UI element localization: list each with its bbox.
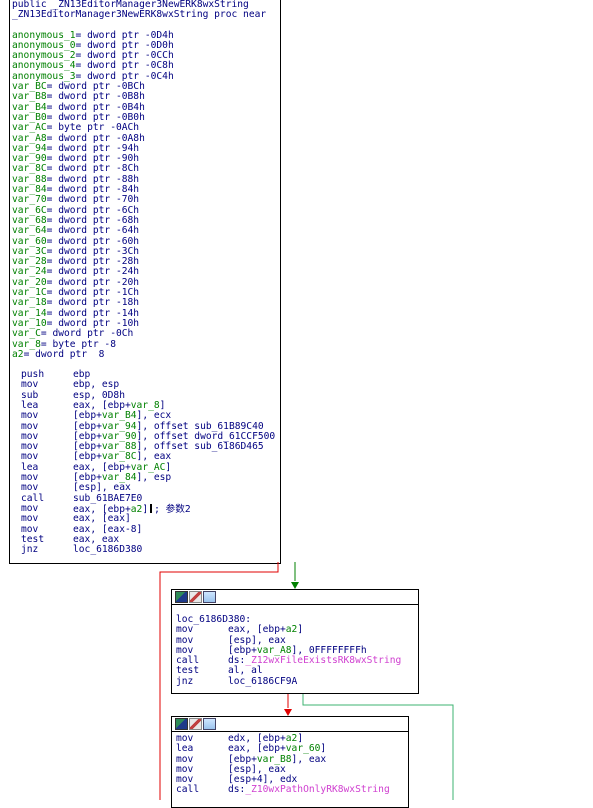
operands: ds:_Z10wxPathOnlyRK8wxString	[228, 785, 390, 795]
instruction-row[interactable]: mov eax, [ebp+a2]; 参数2	[10, 503, 280, 514]
operands: loc_6186CF9A	[228, 675, 298, 687]
mnemonic: call	[176, 784, 200, 796]
code-block-loc-6186d380[interactable]: loc_6186D380: mov eax, [ebp+a2] mov [esp], …	[171, 589, 419, 694]
variable-name[interactable]: a2	[12, 349, 24, 360]
function-header-line: _ZN13EditorManager3NewERK8wxString proc …	[12, 9, 267, 21]
import-name[interactable]: _Z12wxFileExistsRK8wxString	[245, 655, 401, 666]
import-name[interactable]: _Z10wxPathOnlyRK8wxString	[245, 784, 389, 795]
instruction-list: mov edx, [ebp+a2] lea eax, [ebp+var_60] mov[…	[172, 732, 408, 796]
instruction-list: push ebp mov ebp, esp sub esp, 0D8h lea eax, [e…	[10, 369, 280, 556]
text-cursor	[150, 503, 153, 513]
block-toolbar	[172, 590, 418, 605]
instruction-row[interactable]: mov eax, [eax]	[10, 513, 280, 525]
instruction-row[interactable]: mov eax, [ebp+a2]	[172, 624, 418, 635]
instruction-row[interactable]: call sub_61BAE7E0	[10, 492, 280, 504]
image-group-icon[interactable]	[203, 591, 216, 603]
mnemonic: jnz	[176, 675, 194, 687]
instruction-row[interactable]: jnz loc_6186CF9A	[172, 675, 418, 687]
instruction-row[interactable]: mov [ebp+var_84], esp	[10, 472, 280, 483]
partial-cut-line	[172, 796, 408, 801]
operands: loc_6186D380	[73, 544, 143, 556]
edge-arrow-red	[284, 709, 292, 716]
graph-color-icon[interactable]	[175, 718, 188, 730]
block-toolbar	[172, 717, 408, 732]
mnemonic: jnz	[21, 544, 39, 556]
instruction-row[interactable]: test eax, eax	[10, 534, 280, 545]
instruction-row[interactable]: mov [esp], eax	[10, 483, 280, 494]
instruction-row[interactable]: mov [ebp+var_B8], eax	[172, 754, 408, 765]
instruction-row[interactable]: jnz loc_6186D380	[10, 544, 280, 556]
mnemonic: mov	[21, 513, 39, 525]
instruction-row[interactable]: mov eax, [eax-8]	[10, 524, 280, 535]
import-prefix: ds:	[228, 784, 246, 796]
operands: sub_61BAE7E0	[73, 492, 143, 504]
variable-row: a2= dword ptr 8	[12, 348, 280, 360]
edge-arrow-green	[291, 582, 299, 589]
instruction-row[interactable]: call ds:_Z10wxPathOnlyRK8wxString	[172, 784, 408, 796]
variable-list: anonymous_1= dword ptr -0D4h anonymous_0=…	[10, 30, 280, 361]
instruction-row[interactable]: call ds:_Z12wxFileExistsRK8wxString	[172, 655, 418, 666]
edit-pencil-icon[interactable]	[189, 718, 202, 730]
instruction-row[interactable]: push ebp	[10, 369, 280, 380]
image-group-icon[interactable]	[203, 718, 216, 730]
main-code-block[interactable]: public _ZN13EditorManager3NewERK8wxStrin…	[9, 0, 281, 564]
variable-type: = dword ptr 8	[23, 348, 105, 360]
code-block-3[interactable]: mov edx, [ebp+a2] lea eax, [ebp+var_60] mov[…	[171, 716, 409, 808]
function-header: public _ZN13EditorManager3NewERK8wxStrin…	[10, 0, 280, 21]
instruction-list: mov eax, [ebp+a2] mov [esp], eax mov [ebp+var…	[172, 624, 418, 687]
edit-pencil-icon[interactable]	[189, 591, 202, 603]
graph-color-icon[interactable]	[175, 591, 188, 603]
instruction-row[interactable]: mov ebp, esp	[10, 380, 280, 391]
